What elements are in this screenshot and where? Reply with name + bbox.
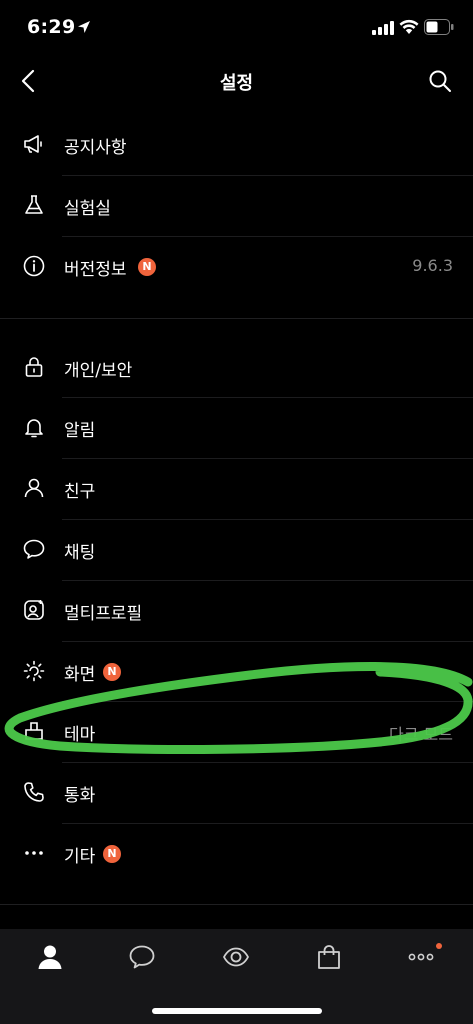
search-button[interactable]	[426, 67, 454, 95]
notification-dot	[436, 943, 442, 949]
settings-item-label: 개인/보안	[64, 361, 133, 381]
settings-item-label: 멀티프로필	[64, 604, 143, 624]
settings-item-label: 공지사항	[64, 138, 127, 158]
settings-item-version[interactable]: 버전정보 N 9.6.3	[0, 236, 473, 296]
shopping-bag-icon	[318, 945, 340, 969]
settings-item-label: 테마	[64, 725, 96, 745]
home-indicator	[152, 1008, 322, 1014]
settings-item-notifications[interactable]: 알림	[0, 397, 473, 457]
settings-item-lab[interactable]: 실험실	[0, 175, 473, 235]
settings-item-calls[interactable]: 통화	[0, 762, 473, 822]
settings-item-notices[interactable]: 공지사항	[0, 114, 473, 174]
theme-icon	[22, 719, 46, 743]
settings-item-etc[interactable]: 기타 N	[0, 823, 473, 883]
brightness-icon	[22, 659, 46, 683]
multi-profile-icon	[22, 598, 46, 622]
page-title: 설정	[219, 73, 254, 94]
more-dots-icon	[22, 841, 46, 865]
settings-item-friends[interactable]: 친구	[0, 458, 473, 518]
more-tab[interactable]	[405, 941, 437, 973]
flask-icon	[22, 193, 46, 217]
cellular-signal-icon	[372, 21, 394, 35]
new-badge: N	[103, 663, 121, 681]
eye-view-icon	[222, 947, 250, 967]
settings-item-multi-profile[interactable]: 멀티프로필	[0, 580, 473, 640]
location-arrow-icon	[78, 21, 90, 33]
settings-item-privacy[interactable]: 개인/보안	[0, 337, 473, 397]
settings-item-label: 버전정보	[64, 260, 127, 280]
version-value: 9.6.3	[412, 256, 453, 275]
battery-icon	[424, 19, 454, 35]
phone-icon	[22, 780, 46, 804]
settings-item-label: 기타	[64, 847, 96, 867]
status-time: 6:29	[27, 16, 76, 38]
settings-item-label: 화면	[64, 665, 96, 685]
settings-item-label: 통화	[64, 786, 96, 806]
megaphone-icon	[22, 132, 46, 156]
nav-bar: 설정	[0, 56, 473, 106]
new-badge: N	[138, 258, 156, 276]
wifi-icon	[399, 19, 419, 34]
theme-value: 다크 모드	[389, 725, 453, 744]
chat-bubble-icon	[22, 537, 46, 561]
view-tab[interactable]	[220, 941, 252, 973]
settings-item-label: 알림	[64, 421, 96, 441]
info-icon	[22, 254, 46, 278]
settings-item-theme[interactable]: 테마 다크 모드	[0, 701, 473, 761]
settings-item-label: 채팅	[64, 543, 96, 563]
settings-item-label: 실험실	[64, 199, 111, 219]
settings-item-chats[interactable]: 채팅	[0, 519, 473, 579]
settings-item-display[interactable]: 화면 N	[0, 641, 473, 701]
chat-bubble-icon	[129, 945, 155, 969]
search-icon	[429, 70, 451, 92]
lock-icon	[22, 355, 46, 379]
status-bar: 6:29	[0, 0, 473, 56]
shopping-tab[interactable]	[313, 941, 345, 973]
bell-icon	[22, 415, 46, 439]
person-filled-icon	[38, 945, 62, 969]
section-divider	[0, 904, 473, 905]
settings-item-label: 친구	[64, 482, 96, 502]
more-dots-icon	[408, 953, 434, 961]
friends-tab[interactable]	[34, 941, 66, 973]
chats-tab[interactable]	[126, 941, 158, 973]
section-divider	[0, 318, 473, 319]
person-icon	[22, 476, 46, 500]
new-badge: N	[103, 845, 121, 863]
